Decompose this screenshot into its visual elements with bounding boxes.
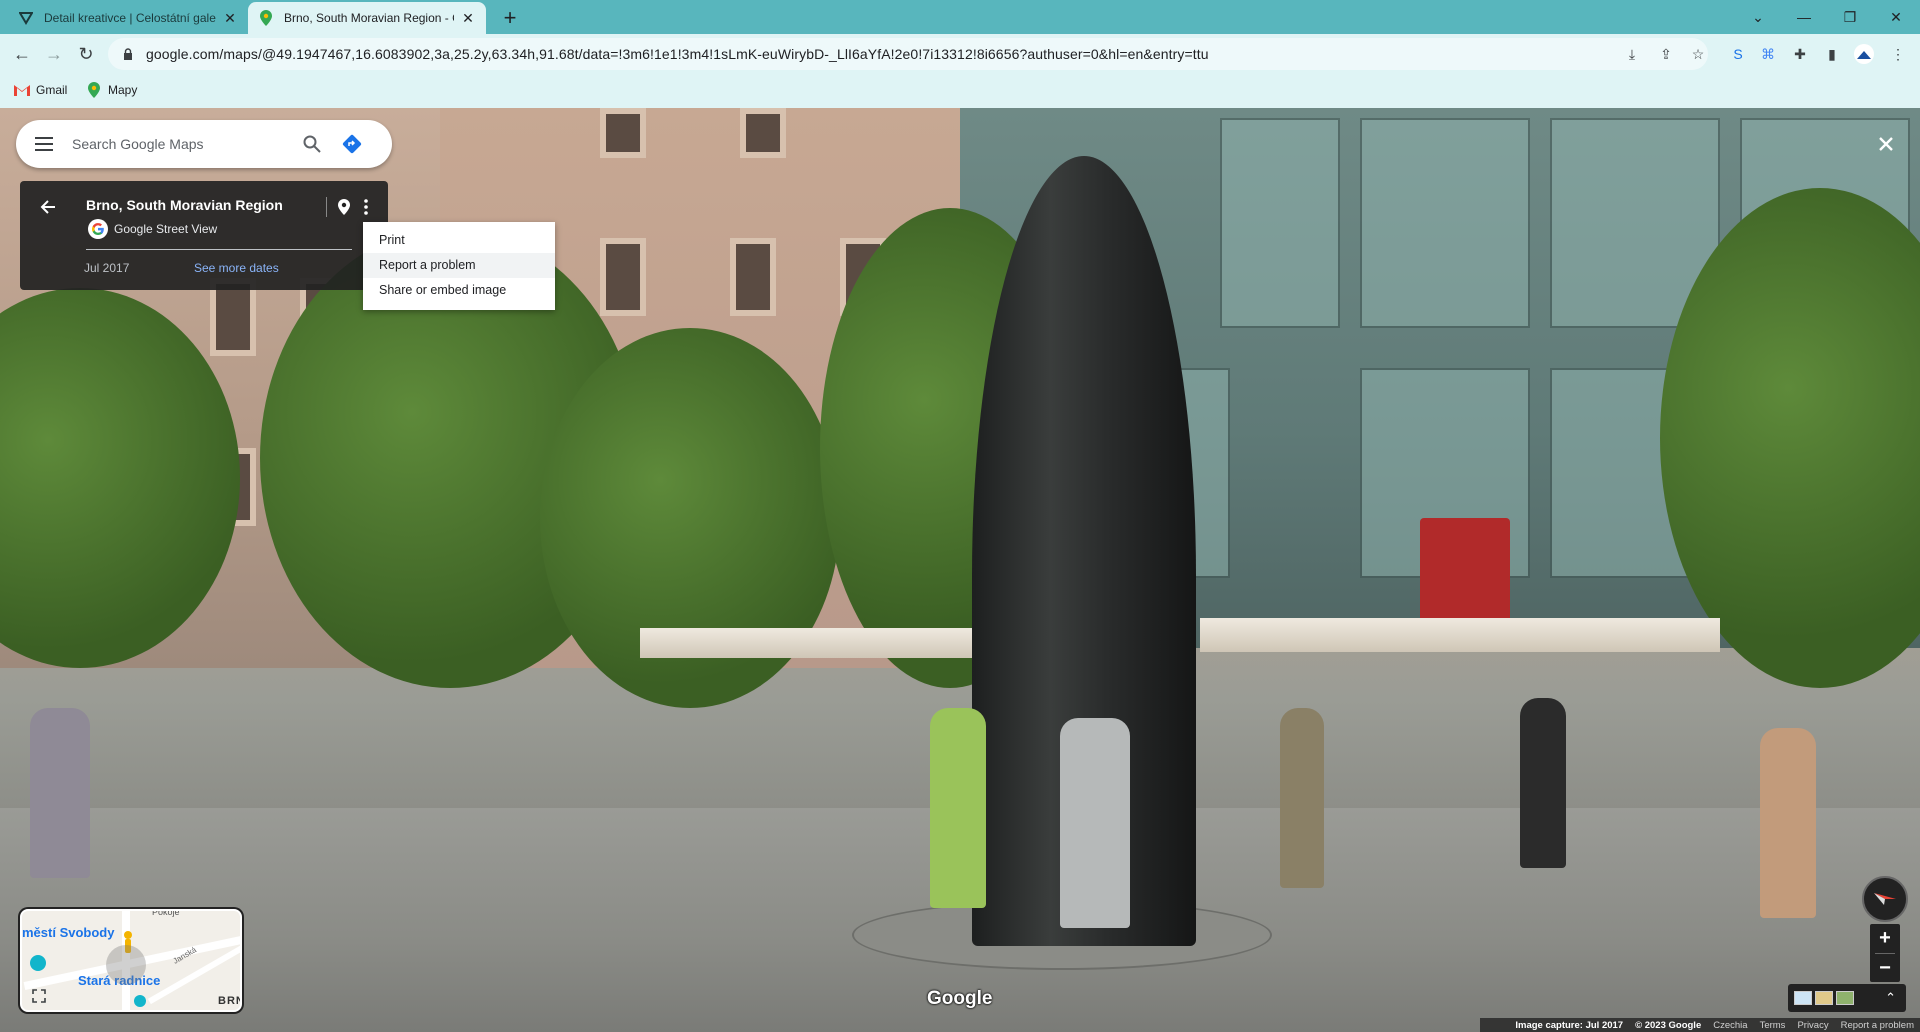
address-bar[interactable]: google.com/maps/@49.1947467,16.6083902,3… (108, 38, 1708, 70)
browser-menu-icon[interactable]: ⋮ (1886, 42, 1910, 66)
chevron-up-icon[interactable]: ⌃ (1885, 990, 1896, 1006)
tab-maps[interactable]: Brno, South Moravian Region - G ✕ (248, 2, 486, 34)
bookmarks-bar: Gmail Mapy (0, 74, 1920, 108)
bookmark-mapy[interactable]: Mapy (86, 82, 137, 98)
close-street-view-icon[interactable] (1868, 126, 1904, 162)
pedestrian (30, 708, 90, 878)
poi-icon (30, 955, 46, 971)
capture-date: Jul 2017 (84, 261, 130, 275)
more-options-icon[interactable] (356, 195, 376, 219)
zoom-out-button[interactable]: − (1870, 954, 1900, 983)
privacy-link[interactable]: Privacy (1797, 1020, 1828, 1031)
map-label: městí Svobody (22, 925, 115, 940)
minimap[interactable]: Pokoje městí Svobody Janská Stará radnic… (20, 909, 242, 1012)
place-title: Brno, South Moravian Region (86, 197, 283, 213)
bookmark-gmail[interactable]: Gmail (14, 82, 67, 98)
back-button[interactable]: ← (8, 40, 36, 68)
extension-s-icon[interactable]: S (1726, 42, 1750, 66)
tab-close-icon[interactable]: ✕ (222, 10, 238, 26)
expand-map-icon[interactable] (30, 987, 48, 1005)
hamburger-menu-icon[interactable] (16, 120, 72, 168)
pedestrian (930, 708, 986, 908)
restore-button[interactable]: ❐ (1828, 0, 1872, 34)
map-label: Pokoje (152, 909, 180, 917)
window (740, 108, 786, 158)
glass-panel (1220, 118, 1340, 328)
window (600, 108, 646, 158)
attribution-footer: Image capture: Jul 2017 © 2023 Google Cz… (1480, 1018, 1920, 1032)
copyright-text: © 2023 Google (1635, 1019, 1702, 1031)
glass-panel (1360, 118, 1530, 328)
zoom-in-button[interactable]: + (1870, 924, 1900, 953)
provider-label: Google Street View (114, 222, 218, 236)
minimize-button[interactable]: — (1782, 0, 1826, 34)
pedestrian (1060, 718, 1130, 928)
menu-item-share-embed[interactable]: Share or embed image (363, 278, 555, 303)
side-panel-icon[interactable]: ▮ (1820, 42, 1844, 66)
view-cone (106, 945, 146, 985)
reload-button[interactable]: ↻ (72, 40, 100, 68)
maps-icon (86, 82, 102, 98)
share-icon[interactable]: ⇪ (1654, 42, 1678, 66)
google-logo: Google (927, 988, 993, 1009)
menu-item-report-problem[interactable]: Report a problem (363, 253, 555, 278)
profile-avatar[interactable] (1852, 42, 1876, 66)
tab-close-icon[interactable]: ✕ (460, 10, 476, 26)
layers-control[interactable]: ⌃ (1788, 984, 1906, 1012)
lock-icon (124, 48, 132, 60)
directions-icon[interactable] (332, 124, 372, 164)
url-text: google.com/maps/@49.1947467,16.6083902,3… (146, 46, 1209, 62)
install-app-icon[interactable]: ⤓ (1620, 42, 1644, 66)
compass-icon[interactable] (1862, 876, 1908, 922)
image-capture-date: Image capture: Jul 2017 (1515, 1019, 1624, 1031)
window (600, 238, 646, 316)
pedestrian (1760, 728, 1816, 918)
tab-title: Brno, South Moravian Region - G (284, 11, 454, 25)
pedestrian (1280, 708, 1324, 888)
terrain-layer-thumb[interactable] (1815, 991, 1833, 1005)
extensions-puzzle-icon[interactable]: ✚ (1788, 42, 1812, 66)
bookmark-star-icon[interactable]: ☆ (1686, 42, 1710, 66)
divider (326, 197, 327, 217)
zoom-controls: + − (1870, 924, 1900, 982)
terms-link[interactable]: Terms (1760, 1020, 1786, 1031)
tab-search-icon[interactable]: ⌄ (1736, 0, 1780, 34)
see-more-dates-link[interactable]: See more dates (194, 261, 279, 275)
pedestrian (1520, 698, 1566, 868)
options-menu: Print Report a problem Share or embed im… (363, 222, 555, 310)
menu-item-print[interactable]: Print (363, 228, 555, 253)
bookmark-label: Gmail (36, 83, 68, 97)
street-view-info-card: Brno, South Moravian Region Google Stree… (20, 181, 388, 290)
divider (86, 249, 352, 250)
gallery-favicon-icon (18, 10, 34, 26)
tab-title: Detail kreativce | Celostátní gale (44, 11, 216, 25)
new-tab-button[interactable]: + (496, 4, 524, 32)
close-window-button[interactable]: ✕ (1874, 0, 1918, 34)
forward-button[interactable]: → (40, 40, 68, 68)
poi-icon (134, 995, 146, 1007)
bookmark-label: Mapy (108, 83, 138, 97)
maps-search-box (16, 120, 392, 168)
search-input[interactable] (72, 136, 292, 152)
satellite-layer-thumb[interactable] (1836, 991, 1854, 1005)
maps-favicon-icon (258, 10, 274, 26)
gmail-icon (14, 82, 30, 98)
search-icon[interactable] (292, 124, 332, 164)
report-problem-link[interactable]: Report a problem (1841, 1020, 1914, 1031)
back-arrow-icon[interactable] (36, 195, 60, 219)
country-link[interactable]: Czechia (1713, 1020, 1747, 1031)
window (730, 238, 776, 316)
translate-extension-icon[interactable]: ⌘ (1756, 42, 1780, 66)
tab-strip: Detail kreativce | Celostátní gale ✕ Brn… (0, 0, 1920, 34)
google-g-icon (88, 219, 108, 239)
cafe-awning (640, 628, 980, 658)
browser-toolbar: ← → ↻ google.com/maps/@49.1947467,16.608… (0, 34, 1920, 74)
tab-detail-kreativce[interactable]: Detail kreativce | Celostátní gale ✕ (8, 2, 248, 34)
map-label: BRN (218, 995, 240, 1007)
map-layer-thumb[interactable] (1794, 991, 1812, 1005)
cafe-awning (1200, 618, 1720, 652)
location-pin-icon[interactable] (334, 195, 354, 219)
